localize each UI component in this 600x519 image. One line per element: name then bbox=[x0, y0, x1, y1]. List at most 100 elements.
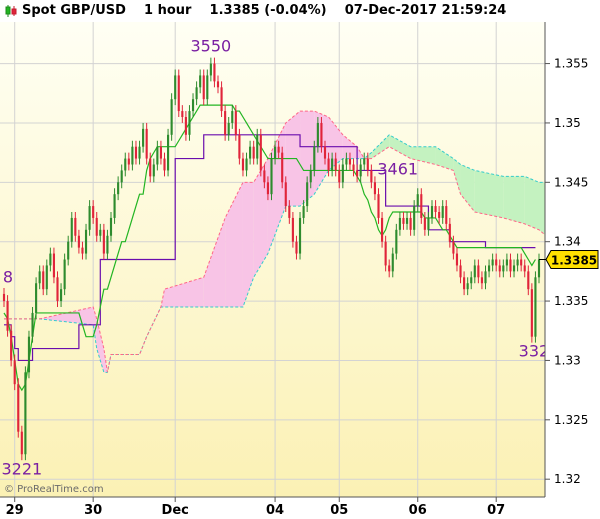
candle-body bbox=[241, 158, 245, 171]
candle-body bbox=[427, 217, 430, 230]
candle-body bbox=[145, 128, 148, 159]
candle-body bbox=[209, 63, 212, 76]
candle-body bbox=[199, 75, 202, 88]
candle-body bbox=[174, 75, 177, 100]
candle-body bbox=[363, 158, 366, 165]
candle-body bbox=[334, 158, 337, 171]
candle-body bbox=[45, 265, 48, 290]
y-tick-label: 1.335 bbox=[554, 294, 588, 308]
candle-body bbox=[31, 312, 34, 337]
candle-body bbox=[527, 271, 530, 290]
candle bbox=[10, 324, 13, 367]
candle bbox=[298, 212, 302, 260]
candle-body bbox=[298, 217, 302, 254]
candle-body bbox=[402, 217, 405, 224]
candle-body bbox=[166, 134, 170, 171]
chart-window: 3550 3461 3320 3221 8 1.32 1.325 1.33 1.335 1.34… bbox=[0, 0, 600, 519]
candle-body bbox=[77, 235, 80, 248]
candle-body bbox=[67, 241, 70, 260]
candle-body bbox=[88, 206, 91, 230]
candle bbox=[170, 93, 173, 141]
candle-body bbox=[348, 158, 352, 165]
candle-body bbox=[99, 229, 102, 236]
candle-body bbox=[413, 206, 416, 230]
candle-body bbox=[270, 158, 273, 195]
candle-body bbox=[206, 75, 209, 100]
x-tick-label: 04 bbox=[266, 503, 284, 518]
candle-body bbox=[124, 158, 127, 171]
candle-body bbox=[35, 283, 38, 313]
candle-body bbox=[313, 146, 316, 171]
candle-body bbox=[220, 87, 223, 112]
candle-body bbox=[266, 182, 270, 195]
candle-body bbox=[109, 217, 113, 236]
candle-body bbox=[245, 158, 248, 171]
candle-body bbox=[102, 229, 105, 254]
candle-body bbox=[309, 170, 312, 183]
candle bbox=[259, 128, 262, 177]
candle bbox=[24, 366, 27, 461]
chart-title: Spot GBP/USD 1 hour 1.3385 (-0.04%) 07-D… bbox=[22, 3, 507, 18]
candle-body bbox=[10, 330, 13, 361]
y-tick-label: 1.34 bbox=[554, 235, 581, 249]
candle bbox=[6, 295, 9, 337]
candle-body bbox=[384, 241, 387, 266]
x-tick-label: 06 bbox=[409, 503, 427, 518]
candle-body bbox=[159, 146, 163, 159]
candle-body bbox=[409, 217, 412, 230]
candle-body bbox=[224, 111, 227, 135]
candle-body bbox=[416, 194, 419, 207]
candle-body bbox=[252, 146, 255, 159]
candle-body bbox=[191, 99, 195, 112]
x-tick-label: 07 bbox=[487, 503, 505, 518]
candle-body bbox=[370, 170, 373, 183]
annotation-label: 3461 bbox=[377, 159, 418, 178]
candle-body bbox=[149, 158, 152, 177]
candle-body bbox=[473, 265, 476, 278]
candle-body bbox=[320, 122, 323, 147]
candle-body bbox=[509, 259, 512, 272]
candle-body bbox=[445, 206, 448, 224]
candle-body bbox=[523, 265, 526, 272]
candle-body bbox=[81, 247, 84, 254]
candle-body bbox=[138, 146, 141, 159]
candle-body bbox=[463, 277, 466, 290]
candle-body bbox=[131, 146, 134, 165]
candle-body bbox=[391, 253, 394, 272]
candle-body bbox=[323, 146, 327, 159]
candle-body bbox=[466, 283, 469, 290]
candlestick-icon bbox=[5, 5, 17, 17]
candle-body bbox=[13, 360, 16, 385]
candle-body bbox=[216, 81, 220, 88]
candle-body bbox=[227, 122, 230, 135]
candle-body bbox=[63, 259, 66, 290]
candle-body bbox=[306, 182, 309, 207]
candle-body bbox=[288, 206, 291, 218]
cloud-segment bbox=[474, 170, 504, 218]
candle-body bbox=[195, 87, 198, 100]
candle-body bbox=[470, 277, 473, 284]
y-tick-label: 1.33 bbox=[554, 353, 581, 367]
candle-body bbox=[448, 223, 451, 242]
y-tick-label: 1.325 bbox=[554, 413, 588, 427]
candle bbox=[530, 283, 533, 343]
candle-body bbox=[295, 241, 298, 254]
annotation-label: 3221 bbox=[1, 459, 42, 478]
candle-body bbox=[452, 241, 455, 254]
candle bbox=[27, 330, 31, 379]
candle-body bbox=[487, 265, 491, 272]
candle-body bbox=[170, 99, 173, 135]
candle-body bbox=[181, 111, 184, 117]
cloud-segment bbox=[524, 176, 539, 230]
candle-body bbox=[134, 146, 138, 159]
candle-body bbox=[177, 75, 180, 112]
candle-body bbox=[188, 111, 191, 135]
candle-body bbox=[152, 164, 155, 177]
candle-body bbox=[38, 271, 41, 284]
candle-body bbox=[142, 128, 145, 147]
candle-body bbox=[316, 122, 319, 147]
price-chart[interactable]: 35503461332032218 1.321.3251.331.3351.34… bbox=[0, 0, 600, 519]
candle-body bbox=[95, 217, 98, 236]
candle-body bbox=[352, 164, 355, 171]
candle-body bbox=[356, 170, 359, 177]
